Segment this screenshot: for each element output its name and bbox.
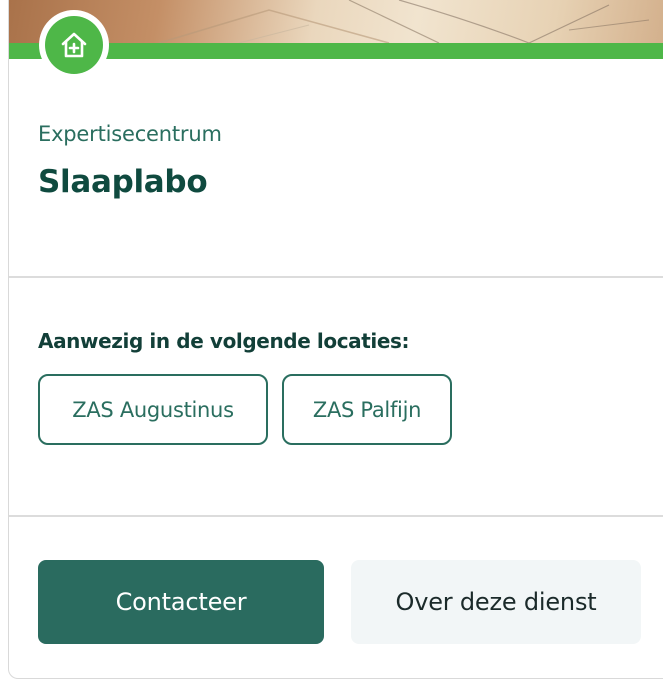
- home-plus-icon: [61, 32, 87, 58]
- divider: [9, 276, 663, 278]
- location-chip-palfijn[interactable]: ZAS Palfijn: [282, 374, 452, 445]
- service-card: Expertisecentrum Slaaplabo Aanwezig in d…: [8, 0, 663, 679]
- about-service-button[interactable]: Over deze dienst: [351, 560, 641, 644]
- service-category: Expertisecentrum: [38, 122, 222, 146]
- divider: [9, 515, 663, 517]
- service-title: Slaaplabo: [38, 164, 208, 200]
- locations-heading: Aanwezig in de volgende locaties:: [38, 329, 410, 353]
- location-chip-augustinus[interactable]: ZAS Augustinus: [38, 374, 268, 445]
- contact-button[interactable]: Contacteer: [38, 560, 324, 644]
- service-icon-badge: [39, 10, 109, 80]
